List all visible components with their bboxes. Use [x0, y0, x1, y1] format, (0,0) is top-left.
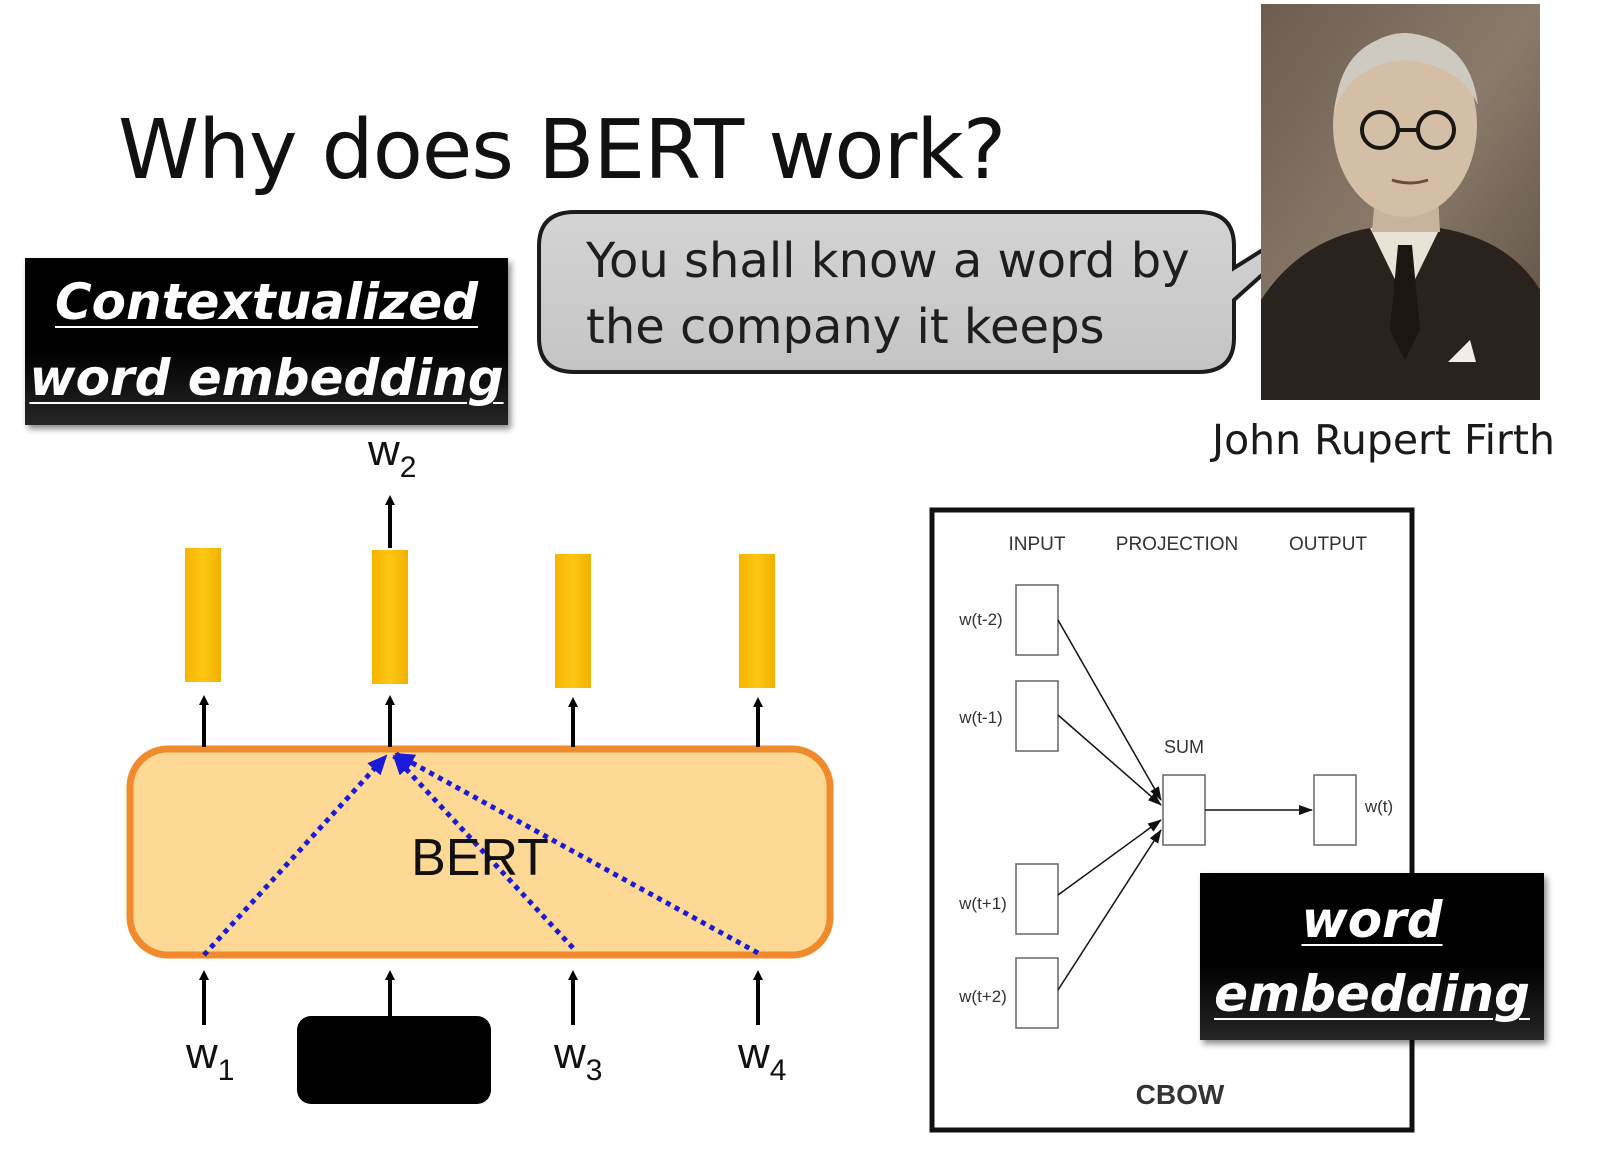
cbow-output-label: w(t) — [1364, 797, 1393, 816]
label-line: Contextualized — [54, 273, 479, 331]
cbow-output-box — [1313, 774, 1357, 846]
cbow-header: PROJECTION — [1116, 534, 1238, 555]
cbow-sum-box — [1162, 774, 1206, 846]
label-line: word embedding — [29, 349, 504, 407]
label-line: embedding — [1214, 965, 1530, 1023]
input-token-label: w4 — [737, 1029, 786, 1087]
bert-label: BERT — [411, 829, 549, 887]
cbow-input-box — [1015, 957, 1059, 1029]
portrait-photo — [1261, 4, 1540, 400]
cbow-input-label: w(t-2) — [958, 610, 1002, 629]
embedding-bar — [555, 554, 591, 688]
cbow-input-box — [1015, 680, 1059, 752]
input-token-label: w3 — [553, 1029, 602, 1087]
embedding-bar — [185, 548, 221, 682]
cbow-header: OUTPUT — [1289, 534, 1368, 555]
label-line: word — [1301, 891, 1443, 949]
bert-diagram: BERT w2 w1 w3 w4 — [126, 426, 834, 1104]
cbow-input-label: w(t+1) — [958, 894, 1007, 913]
portrait-caption: John Rupert Firth — [1212, 416, 1555, 464]
output-token-label: w2 — [367, 426, 416, 484]
embedding-bar — [739, 554, 775, 688]
cbow-input-box — [1015, 584, 1059, 656]
embedding-bar — [372, 550, 408, 684]
cbow-header: INPUT — [1009, 534, 1066, 555]
quote-text: You shall know a word by the company it … — [586, 228, 1226, 360]
word-embedding-label: word embedding — [1200, 873, 1544, 1040]
input-token-label: w1 — [185, 1029, 234, 1087]
cbow-input-box — [1015, 863, 1059, 935]
cbow-sum-label: SUM — [1164, 737, 1204, 757]
quote-line: the company it keeps — [586, 299, 1105, 355]
contextualized-embedding-label: Contextualized word embedding — [25, 258, 508, 425]
cbow-input-label: w(t+2) — [958, 987, 1007, 1006]
quote-line: You shall know a word by — [586, 233, 1190, 289]
cbow-input-label: w(t-1) — [958, 708, 1002, 727]
cbow-caption: CBOW — [1136, 1079, 1225, 1110]
masked-token — [297, 1016, 491, 1104]
